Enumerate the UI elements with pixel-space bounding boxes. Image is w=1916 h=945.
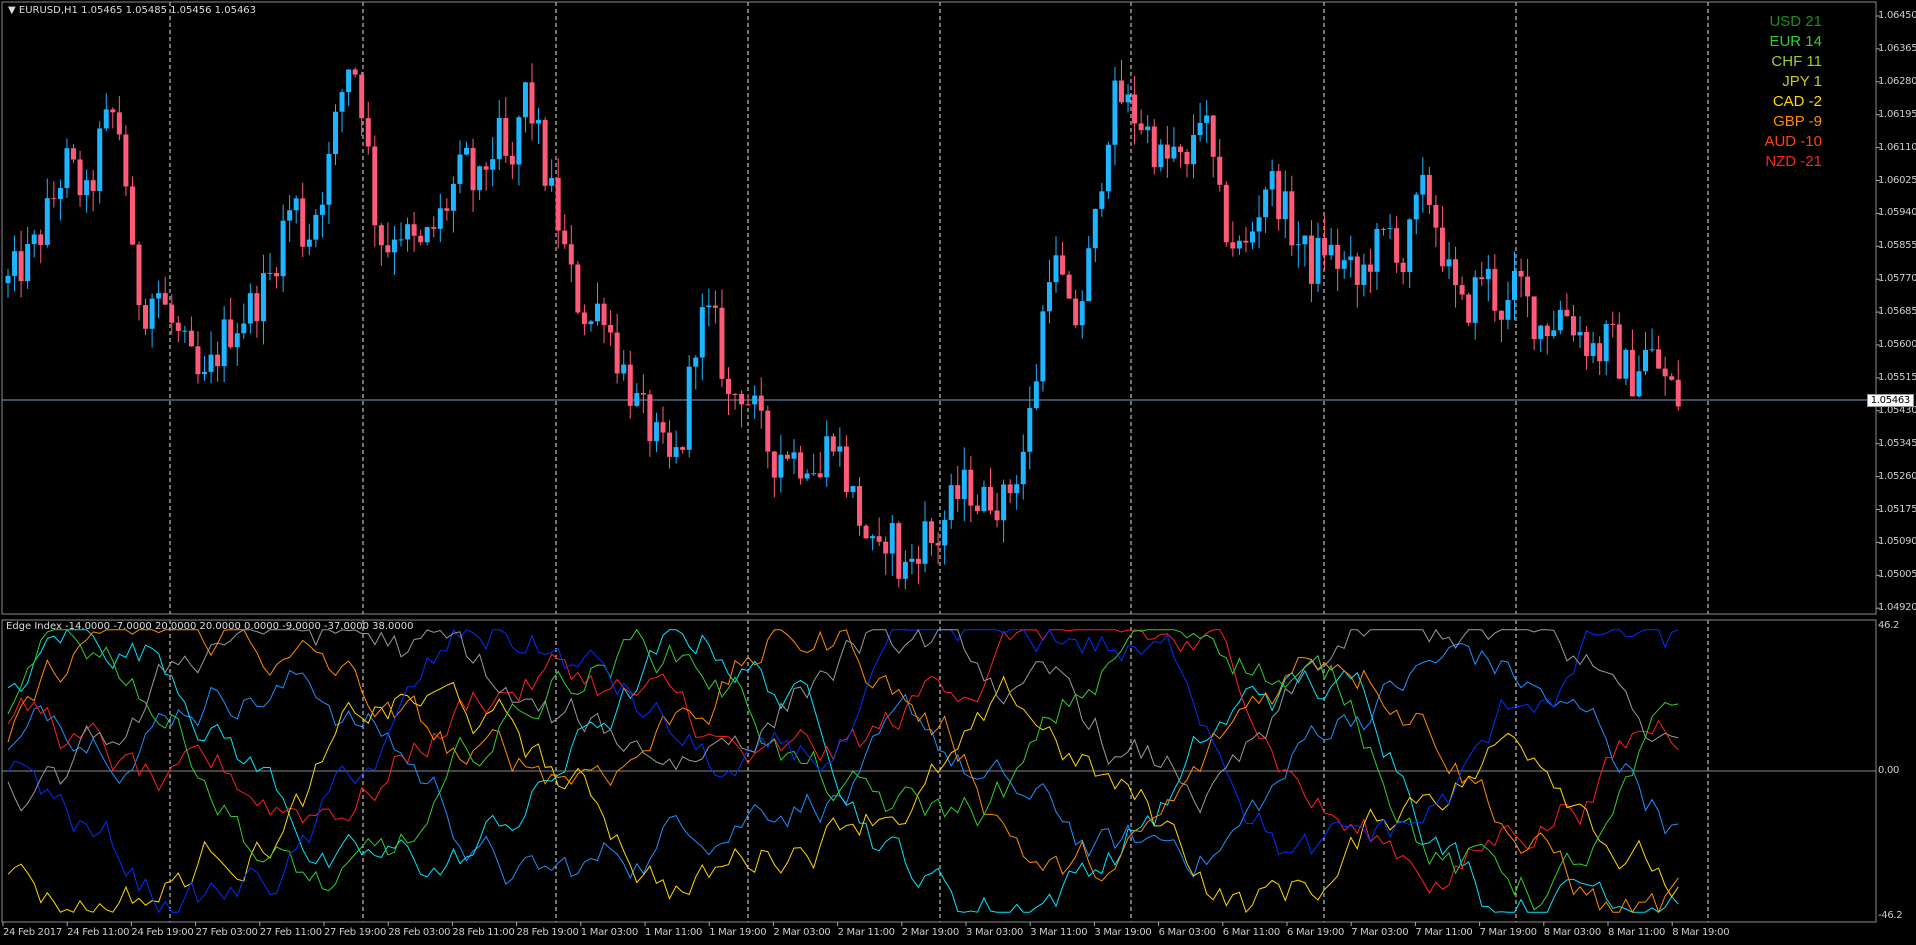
candle [1105,141,1111,199]
time-tick-label: 7 Mar 03:00 [1351,927,1409,938]
time-tick-label: 24 Feb 19:00 [131,927,194,938]
time-tick-label: 28 Feb 19:00 [516,927,579,938]
candle [1040,305,1046,392]
indicator-header: Edge Index -14.0000 -7.0000 20.0000 20.0… [6,621,414,632]
time-tick-label: 1 Mar 19:00 [709,927,767,938]
current-price-label: 1.05463 [1866,394,1914,407]
currency-strength-item: GBP -9 [1773,113,1822,130]
time-tick-label: 27 Feb 11:00 [259,927,322,938]
candle [542,117,548,191]
price-tick-label: 1.05005 [1878,569,1916,581]
time-tick-label: 27 Feb 03:00 [195,927,258,938]
time-tick-label: 28 Feb 11:00 [452,927,515,938]
time-tick-label: 24 Feb 2017 [3,927,62,938]
price-tick-label: 1.05940 [1878,207,1916,219]
price-tick-label: 1.05090 [1878,536,1916,548]
candle [575,260,581,315]
currency-strength-item: JPY 1 [1782,73,1822,90]
symbol-header[interactable]: ▼ EURUSD,H1 1.05465 1.05485 1.05456 1.05… [8,5,256,16]
currency-strength-item: USD 21 [1769,13,1822,30]
chevron-down-icon[interactable]: ▼ [8,5,16,16]
candle [1151,119,1157,175]
price-tick-label: 1.06195 [1878,108,1916,120]
time-tick-label: 1 Mar 11:00 [645,927,703,938]
time-tick-label: 8 Mar 19:00 [1672,927,1730,938]
candle [129,176,135,246]
candle [686,355,692,458]
time-tick-label: 7 Mar 19:00 [1479,927,1537,938]
price-tick-label: 1.05600 [1878,339,1916,350]
price-tick-label: 1.06280 [1878,75,1916,87]
time-tick-label: 2 Mar 03:00 [773,927,831,938]
price-tick-label: 1.06025 [1878,174,1916,186]
time-tick-label: 3 Mar 19:00 [1094,927,1152,938]
time-tick-label: 7 Mar 11:00 [1415,927,1473,938]
candle [863,523,869,540]
price-tick-label: 1.05175 [1878,503,1916,515]
time-tick-label: 8 Mar 11:00 [1608,927,1666,938]
currency-strength-item: AUD -10 [1764,133,1822,150]
symbol-header-text: EURUSD,H1 1.05465 1.05485 1.05456 1.0546… [18,5,257,16]
indicator-tick-label: 0.00 [1878,765,1900,776]
price-tick-label: 1.05515 [1878,371,1916,383]
chart-canvas[interactable] [0,0,1916,945]
currency-strength-item: NZD -21 [1765,153,1822,170]
time-tick-label: 8 Mar 03:00 [1543,927,1601,938]
time-tick-label: 1 Mar 03:00 [580,927,638,938]
candle [1466,292,1472,326]
price-tick-label: 1.05260 [1878,470,1916,482]
candle [896,520,902,588]
time-tick-label: 24 Feb 11:00 [67,927,130,938]
price-tick-label: 1.04920 [1878,602,1916,614]
price-tick-label: 1.06110 [1878,141,1916,153]
currency-strength-item: CHF 11 [1771,53,1822,70]
price-tick-label: 1.05770 [1878,273,1916,285]
price-tick-label: 1.05855 [1878,240,1916,252]
indicator-tick-label: 46.2 [1878,620,1900,631]
price-tick-label: 1.06365 [1878,42,1916,54]
indicator-tick-label: -46.2 [1878,910,1903,921]
price-tick-label: 1.05345 [1878,437,1916,449]
time-tick-label: 27 Feb 19:00 [324,927,387,938]
time-tick-label: 6 Mar 19:00 [1287,927,1345,938]
price-tick-label: 1.05685 [1878,306,1916,318]
time-tick-label: 6 Mar 03:00 [1158,927,1216,938]
time-tick-label: 2 Mar 11:00 [837,927,895,938]
currency-strength-item: CAD -2 [1772,93,1822,110]
currency-strength-item: EUR 14 [1769,33,1822,50]
candle [1223,181,1229,247]
time-tick-label: 28 Feb 03:00 [388,927,451,938]
time-tick-label: 3 Mar 03:00 [966,927,1024,938]
candle [1066,270,1072,299]
time-tick-label: 2 Mar 19:00 [901,927,959,938]
time-tick-label: 3 Mar 11:00 [1030,927,1088,938]
price-tick-label: 1.06450 [1878,10,1916,21]
time-tick-label: 6 Mar 11:00 [1222,927,1280,938]
candle [123,125,129,197]
